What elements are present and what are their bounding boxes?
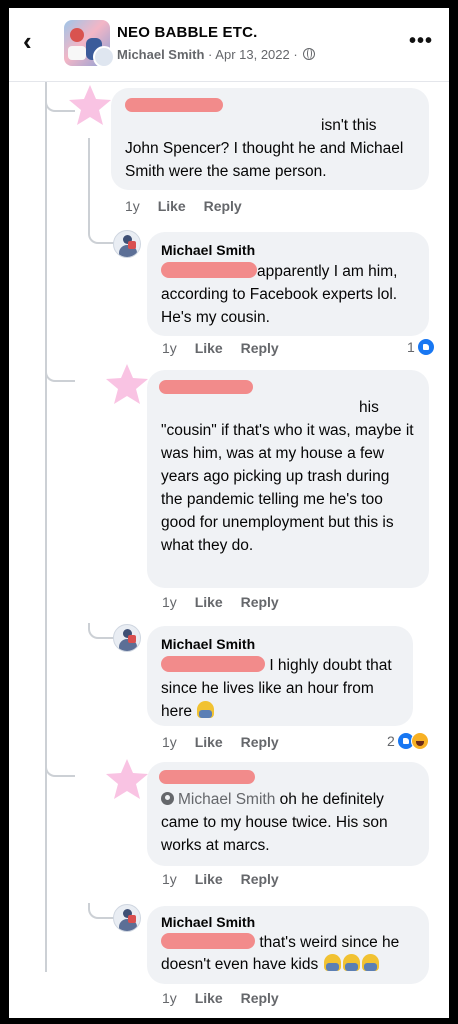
comment-time[interactable]: 1y <box>162 734 177 750</box>
reply-button[interactable]: Reply <box>241 340 279 356</box>
reply-bubble: Michael Smith apparently I am him, accor… <box>147 232 429 336</box>
redacted-name <box>161 262 257 278</box>
reaction-summary[interactable]: 2 <box>387 732 429 750</box>
redacted-name <box>159 770 255 784</box>
reaction-summary[interactable]: 1 <box>407 338 435 356</box>
reaction-count: 2 <box>387 733 395 749</box>
emoji-icon <box>197 701 215 718</box>
post-header: ‹ NEO BABBLE ETC. Michael Smith · Apr 13… <box>9 8 449 82</box>
comment-time[interactable]: 1y <box>125 198 140 214</box>
meta-separator: · <box>208 47 213 62</box>
michael-smith-avatar[interactable] <box>113 624 141 652</box>
emoji-icon <box>342 954 360 971</box>
comment-text: John Spencer? I thought he and Michael S… <box>125 140 404 180</box>
comment-time[interactable]: 1y <box>162 594 177 610</box>
comment-author[interactable]: Michael Smith <box>161 913 415 931</box>
reply-button[interactable]: Reply <box>241 990 279 1006</box>
reaction-count: 1 <box>407 339 415 355</box>
comment-bubble: his "cousin" if that's who it was, maybe… <box>147 370 429 588</box>
like-button[interactable]: Like <box>195 734 223 750</box>
comment-author[interactable]: Michael Smith <box>161 635 399 653</box>
reply-button[interactable]: Reply <box>241 594 279 610</box>
thread-connector <box>45 753 75 777</box>
comment-actions: 1y Like Reply <box>125 198 256 214</box>
reply-bubble: Michael Smith that's weird since he does… <box>147 906 429 984</box>
author-avatar[interactable] <box>93 46 115 68</box>
comment-actions: 1y Like Reply <box>162 990 293 1006</box>
like-button[interactable]: Like <box>195 340 223 356</box>
reply-button[interactable]: Reply <box>241 734 279 750</box>
globe-icon <box>303 48 316 60</box>
like-button[interactable]: Like <box>158 198 186 214</box>
group-name[interactable]: NEO BABBLE ETC. <box>117 24 258 41</box>
post-author[interactable]: Michael Smith <box>117 47 204 62</box>
thread-connector <box>88 623 114 639</box>
comment-actions: 1y Like Reply <box>162 734 293 750</box>
reply-button[interactable]: Reply <box>204 198 242 214</box>
more-options-icon[interactable]: ••• <box>409 30 433 53</box>
comment-time[interactable]: 1y <box>162 340 177 356</box>
thread-connector <box>45 358 75 382</box>
post-comments-screen: ‹ NEO BABBLE ETC. Michael Smith · Apr 13… <box>9 8 449 1018</box>
redacted-name <box>159 380 253 394</box>
comment-bubble: Michael Smith oh he definitely came to m… <box>147 762 429 866</box>
emoji-icon <box>323 954 341 971</box>
comment-author[interactable]: Michael Smith <box>161 241 415 259</box>
mention-icon <box>161 792 174 805</box>
post-date[interactable]: Apr 13, 2022 <box>215 47 289 62</box>
haha-reaction-icon <box>410 732 429 750</box>
like-button[interactable]: Like <box>195 990 223 1006</box>
commenter-avatar[interactable] <box>104 361 150 407</box>
michael-smith-avatar[interactable] <box>113 904 141 932</box>
mention-link[interactable]: Michael Smith <box>178 791 275 808</box>
commenter-avatar[interactable] <box>67 82 113 128</box>
comment-text-line1: his <box>359 399 379 416</box>
emoji-icon <box>361 954 379 971</box>
thread-line <box>45 82 47 972</box>
meta-separator-2: · <box>293 47 298 62</box>
comment-bubble: isn't this John Spencer? I thought he an… <box>111 88 429 190</box>
post-meta: Michael Smith · Apr 13, 2022 · <box>117 47 316 62</box>
redacted-name <box>125 98 223 112</box>
comment-actions: 1y Like Reply <box>162 594 293 610</box>
comment-actions: 1y Like Reply <box>162 871 293 887</box>
like-reaction-icon <box>416 338 435 356</box>
comment-time[interactable]: 1y <box>162 990 177 1006</box>
comment-text-line1: isn't this <box>321 117 377 134</box>
chevron-left-icon[interactable]: ‹ <box>23 28 45 54</box>
thread-line-nested <box>88 138 90 233</box>
redacted-name <box>161 933 255 949</box>
thread-connector <box>88 228 114 244</box>
thread-connector <box>88 903 114 919</box>
comment-actions: 1y Like Reply <box>162 340 293 356</box>
michael-smith-avatar[interactable] <box>113 230 141 258</box>
comment-time[interactable]: 1y <box>162 871 177 887</box>
redacted-name <box>161 656 265 672</box>
reply-button[interactable]: Reply <box>241 871 279 887</box>
reply-bubble: Michael Smith I highly doubt that since … <box>147 626 413 726</box>
like-button[interactable]: Like <box>195 871 223 887</box>
comment-text: "cousin" if that's who it was, maybe it … <box>161 422 414 554</box>
like-button[interactable]: Like <box>195 594 223 610</box>
commenter-avatar[interactable] <box>104 756 150 802</box>
